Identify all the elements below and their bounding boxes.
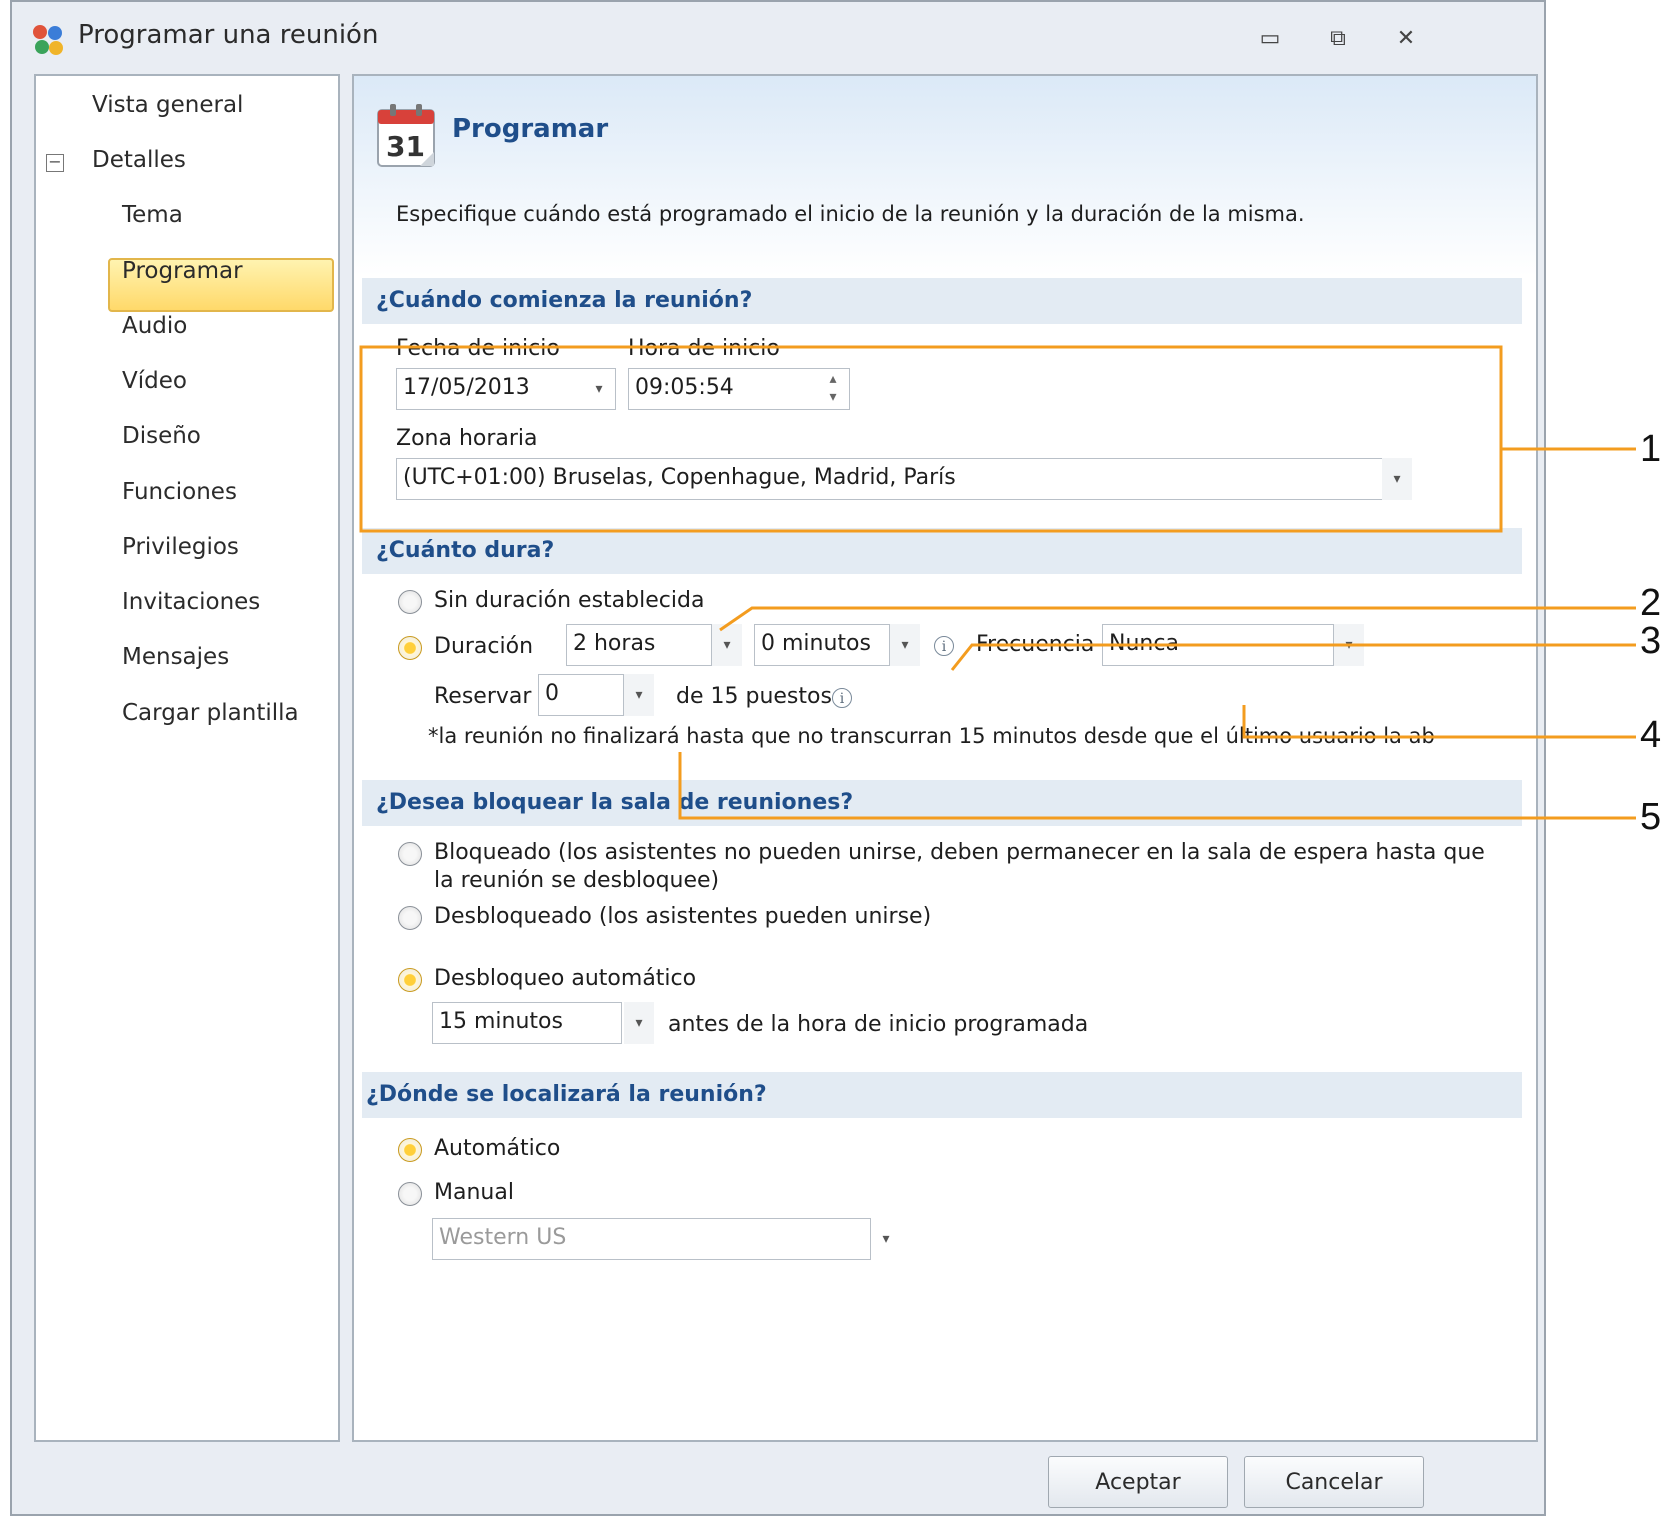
callout-number-5: 5: [1640, 796, 1662, 838]
callout-4-line: [1242, 705, 1636, 739]
callout-2-line: [719, 606, 1636, 632]
callout-1-box: [359, 345, 1503, 533]
callout-number-4: 4: [1640, 714, 1662, 756]
callout-number-1: 1: [1640, 428, 1662, 470]
callout-overlay: [359, 345, 1636, 820]
callout-number-3: 3: [1640, 620, 1662, 662]
callout-5-line: [678, 752, 1636, 820]
callout-number-2: 2: [1640, 582, 1662, 624]
callout-3-line: [950, 643, 1636, 671]
